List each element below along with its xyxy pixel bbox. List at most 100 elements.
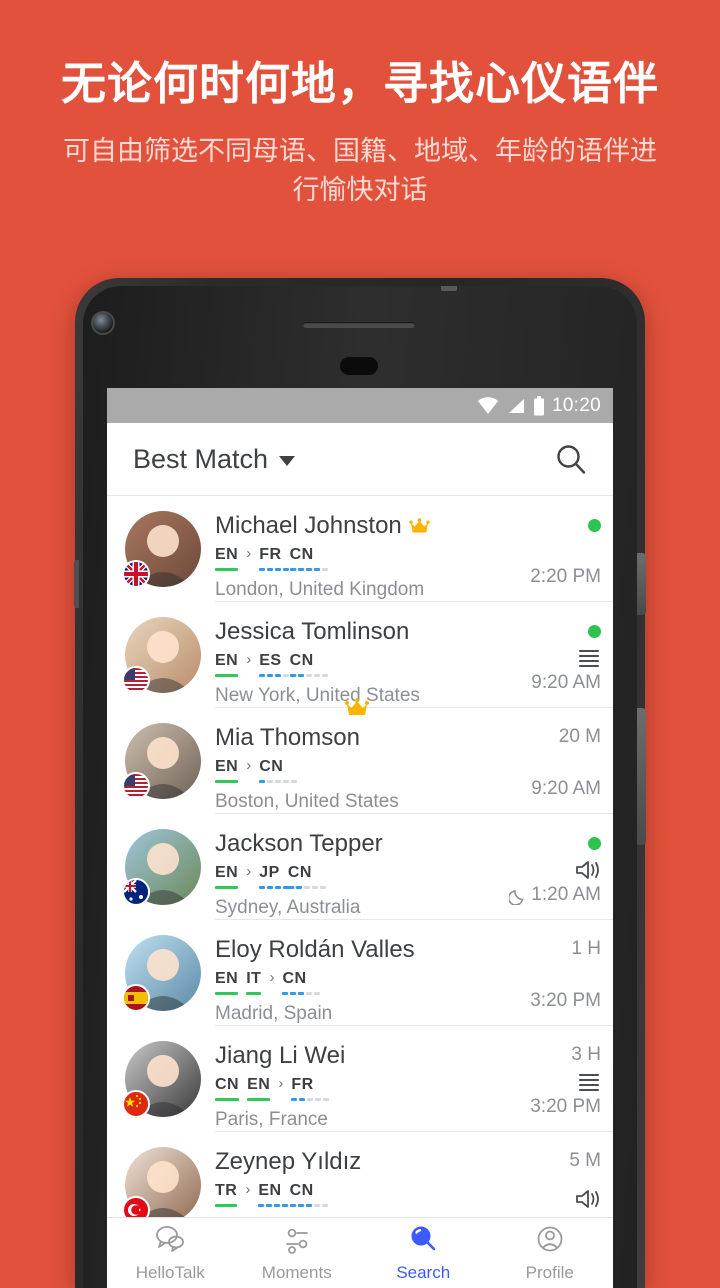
language-arrow-icon: ›	[245, 1181, 251, 1198]
language-code: EN	[215, 970, 239, 987]
language-tag[interactable]: FR	[291, 1076, 330, 1101]
list-item[interactable]: Jiang Li Wei CN EN › FR Paris, France 3 H 3:20 …	[107, 1026, 613, 1132]
language-tag[interactable]: EN	[247, 1076, 271, 1101]
language-tag[interactable]: CN	[215, 1076, 240, 1101]
language-tag[interactable]: EN	[215, 864, 239, 889]
promo-subtitle: 可自由筛选不同母语、国籍、地域、年龄的语伴进行愉快对话	[63, 135, 657, 205]
last-active-text: 1 H	[571, 938, 601, 959]
sensor-pill	[340, 357, 378, 375]
language-arrow-icon: ›	[278, 1075, 284, 1092]
language-tag[interactable]: EN	[215, 970, 239, 995]
list-item-meta: 9:20 AM	[531, 618, 601, 694]
language-code: JP	[259, 864, 280, 881]
language-tag[interactable]: JP	[259, 864, 298, 889]
language-tag[interactable]: EN	[258, 1182, 297, 1207]
antenna-line	[441, 286, 457, 291]
list-item-meta: 2:20 PM	[530, 512, 601, 588]
language-tag[interactable]: FR	[259, 546, 298, 571]
list-item[interactable]: Michael Johnston EN › FR CN London, United Ki…	[107, 496, 613, 602]
proficiency-dashes	[282, 992, 321, 995]
last-active-text: 20 M	[558, 726, 601, 747]
avatar[interactable]	[122, 829, 201, 906]
language-tag[interactable]: CN	[282, 970, 321, 995]
list-item[interactable]: Mia Thomson EN › CN Boston, United States 20 …	[107, 708, 613, 814]
list-item-meta: 1:20 AM	[509, 830, 601, 906]
list-item-meta: 3 H 3:20 PM	[530, 1042, 601, 1118]
text-lines-icon[interactable]	[577, 1071, 601, 1093]
local-time: 3:20 PM	[530, 990, 601, 1011]
native-bar	[246, 992, 262, 995]
user-name: Michael Johnston	[215, 512, 402, 539]
language-tag[interactable]: EN	[215, 758, 239, 783]
avatar[interactable]	[122, 1147, 201, 1224]
moon-icon	[509, 889, 524, 905]
tab-hellotalk[interactable]: HelloTalk	[107, 1224, 234, 1283]
vip-crown-icon	[409, 517, 430, 532]
language-tag[interactable]: TR	[215, 1182, 238, 1207]
chevron-down-icon	[279, 456, 296, 466]
native-bar	[215, 674, 239, 677]
status-bar-time: 10:20	[551, 394, 601, 416]
proficiency-dashes	[287, 886, 326, 889]
avatar[interactable]	[122, 511, 201, 588]
local-time: 2:20 PM	[530, 566, 601, 587]
language-tag[interactable]: CN	[287, 864, 326, 889]
user-name: Zeynep Yıldız	[215, 1148, 362, 1175]
left-side-button[interactable]	[74, 560, 79, 608]
volume-button[interactable]	[637, 708, 646, 845]
language-tag[interactable]: EN	[215, 546, 239, 571]
speaker-icon[interactable]	[575, 859, 601, 881]
native-bar	[247, 1098, 271, 1101]
bottom-tab-bar[interactable]: HelloTalk Moments Search Profile	[107, 1217, 613, 1288]
battery-icon	[533, 395, 544, 415]
language-tag[interactable]: CN	[259, 758, 298, 783]
front-camera-icon	[93, 313, 113, 333]
list-item[interactable]: Eloy Roldán Valles EN IT › CN Madrid, Spain 1 …	[107, 920, 613, 1026]
language-tag[interactable]: IT	[246, 970, 262, 995]
language-code: TR	[215, 1182, 238, 1199]
proficiency-dashes	[291, 1098, 330, 1101]
native-bar	[215, 1098, 240, 1101]
language-tag[interactable]: CN	[289, 1182, 328, 1207]
language-tag[interactable]: CN	[289, 546, 328, 571]
language-code: CN	[282, 970, 307, 987]
native-bar	[215, 992, 239, 995]
list-item[interactable]: Jessica Tomlinson EN › ES CN New York, United…	[107, 602, 613, 715]
user-list[interactable]: Michael Johnston EN › FR CN London, United Ki…	[107, 496, 613, 1238]
language-code: CN	[259, 758, 284, 775]
language-tag[interactable]: EN	[215, 652, 239, 677]
sort-filter-button[interactable]: Best Match	[133, 443, 296, 475]
vip-crown-divider-icon	[345, 697, 369, 719]
tab-profile[interactable]: Profile	[487, 1224, 614, 1283]
app-bar-title: Best Match	[133, 443, 269, 474]
local-time: 3:20 PM	[530, 1096, 601, 1117]
avatar[interactable]	[122, 617, 201, 694]
tab-moments[interactable]: Moments	[234, 1224, 361, 1283]
avatar[interactable]	[122, 723, 201, 800]
country-flag-icon	[122, 984, 150, 1012]
local-time: 1:20 AM	[531, 884, 601, 905]
language-tag[interactable]: CN	[289, 652, 328, 677]
tab-search[interactable]: Search	[360, 1224, 487, 1283]
list-item-meta: 5 M	[537, 1148, 601, 1224]
text-lines-icon[interactable]	[577, 647, 601, 669]
phone-screen: 10:20 Best Match Michael Johnston EN › FR CN…	[107, 388, 613, 1288]
avatar[interactable]	[122, 935, 201, 1012]
language-arrow-icon: ›	[246, 757, 252, 774]
language-code: EN	[215, 864, 239, 881]
avatar[interactable]	[122, 1041, 201, 1118]
language-code: FR	[259, 546, 282, 563]
search-icon[interactable]	[554, 442, 588, 476]
list-item[interactable]: Jackson Tepper EN › JP CN Sydney, Australia 1:…	[107, 814, 613, 920]
country-flag-icon	[122, 1090, 150, 1118]
person-icon	[534, 1224, 566, 1259]
language-tag[interactable]: ES	[259, 652, 298, 677]
speaker-icon[interactable]	[575, 1188, 601, 1210]
last-active-text: 3 H	[571, 1044, 601, 1065]
online-status-dot	[588, 518, 601, 532]
language-code: CN	[289, 652, 314, 669]
power-button[interactable]	[637, 553, 646, 615]
language-code: EN	[215, 546, 239, 563]
promo-title: 无论何时何地，寻找心仪语伴	[60, 58, 659, 109]
signal-icon	[508, 398, 524, 413]
